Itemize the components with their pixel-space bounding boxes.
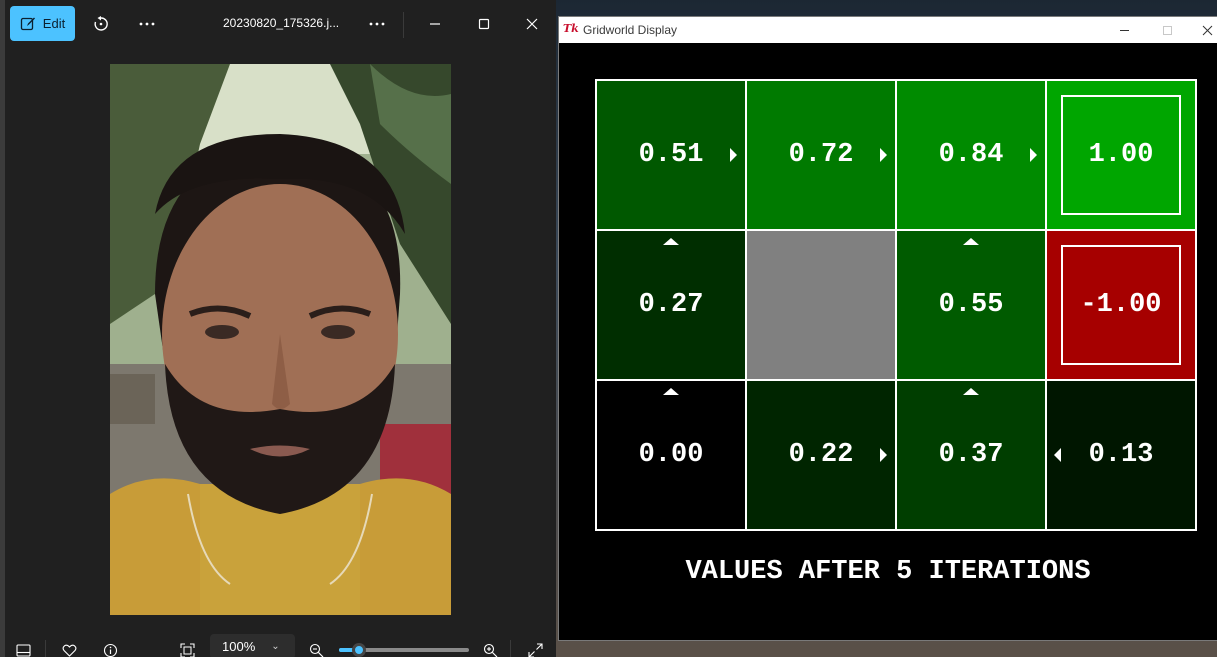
info-button[interactable] xyxy=(100,641,120,657)
chevron-down-icon: ⌄ xyxy=(271,641,280,652)
file-more-button[interactable] xyxy=(365,12,389,36)
policy-arrow-right-icon xyxy=(730,148,737,162)
grid-cell: 0.84 xyxy=(897,81,1045,229)
grid-cell: 0.37 xyxy=(897,381,1045,529)
close-button[interactable] xyxy=(1197,21,1217,39)
minimize-icon xyxy=(430,23,440,25)
filmstrip-button[interactable] xyxy=(13,641,33,657)
photo-viewer-image[interactable] xyxy=(110,64,451,615)
maximize-button[interactable] xyxy=(472,12,496,36)
maximize-button[interactable] xyxy=(1157,21,1177,39)
gridworld-window: Tk Gridworld Display 0.51 0.72 0.84 1.00 0.2… xyxy=(558,16,1217,641)
info-icon xyxy=(103,643,117,657)
minimize-button[interactable] xyxy=(1114,21,1134,39)
edit-button-label: Edit xyxy=(42,16,66,31)
close-icon xyxy=(526,18,538,30)
fullscreen-icon xyxy=(527,642,543,657)
zoom-value: 100% xyxy=(222,639,256,654)
policy-arrow-right-icon xyxy=(880,148,887,162)
grid-cell: 0.55 xyxy=(897,231,1045,379)
zoom-out-button[interactable] xyxy=(306,641,326,657)
cell-value: 0.13 xyxy=(1088,440,1154,470)
edit-button[interactable]: Edit xyxy=(10,6,75,41)
zoom-out-icon xyxy=(309,643,323,657)
zoom-in-icon xyxy=(483,643,497,657)
heart-icon xyxy=(62,644,76,657)
grid-cell: 0.72 xyxy=(747,81,895,229)
cell-value: 0.37 xyxy=(938,440,1004,470)
fullscreen-button[interactable] xyxy=(525,641,545,657)
cell-value: 0.55 xyxy=(938,290,1004,320)
close-icon xyxy=(1202,25,1212,35)
maximize-icon xyxy=(478,18,490,30)
minimize-button[interactable] xyxy=(423,12,447,36)
minimize-icon xyxy=(1119,29,1129,31)
policy-arrow-up-icon xyxy=(663,238,679,245)
cell-value: 0.51 xyxy=(638,140,704,170)
maximize-icon xyxy=(1162,25,1172,35)
grid-cell: 0.22 xyxy=(747,381,895,529)
grid-cell-terminal: -1.00 xyxy=(1047,231,1195,379)
rotate-button[interactable] xyxy=(89,12,113,36)
cell-value: 0.72 xyxy=(788,140,854,170)
cell-value: 0.27 xyxy=(638,290,704,320)
tk-feather-icon: Tk xyxy=(563,22,579,35)
bottom-divider xyxy=(45,640,46,657)
policy-arrow-up-icon xyxy=(963,388,979,395)
grid-cell-wall xyxy=(747,231,895,379)
edit-icon xyxy=(20,17,35,30)
photos-bottom-bar: 100% ⌄ xyxy=(5,630,556,657)
grid-cell: 0.00 xyxy=(597,381,745,529)
cell-value: 1.00 xyxy=(1088,140,1154,170)
bottom-divider xyxy=(510,640,511,657)
portrait-photo xyxy=(110,64,451,615)
photos-toolbar: Edit 20230820_175326.j... xyxy=(5,0,556,48)
more-icon xyxy=(369,22,385,26)
policy-arrow-right-icon xyxy=(880,448,887,462)
fit-to-window-icon xyxy=(179,642,195,657)
close-button[interactable] xyxy=(520,12,544,36)
zoom-slider[interactable] xyxy=(339,643,469,657)
cell-value: 0.00 xyxy=(638,440,704,470)
more-icon xyxy=(139,22,155,26)
gridworld-grid: 0.51 0.72 0.84 1.00 0.27 0.55 -1.00 0.00 0.22 0.3… xyxy=(595,79,1197,531)
zoom-in-button[interactable] xyxy=(480,641,500,657)
photos-window: Edit 20230820_175326.j... 100% ⌄ xyxy=(5,0,556,657)
favorite-button[interactable] xyxy=(59,641,79,657)
fit-to-window-button[interactable] xyxy=(177,641,197,657)
cell-value: 0.22 xyxy=(788,440,854,470)
policy-arrow-left-icon xyxy=(1054,448,1061,462)
grid-cell-terminal: 1.00 xyxy=(1047,81,1195,229)
more-options-button[interactable] xyxy=(135,12,159,36)
zoom-slider-thumb[interactable] xyxy=(351,643,366,657)
policy-arrow-right-icon xyxy=(1030,148,1037,162)
policy-arrow-up-icon xyxy=(663,388,679,395)
toolbar-divider xyxy=(403,12,404,38)
iteration-caption: VALUES AFTER 5 ITERATIONS xyxy=(685,557,1091,587)
grid-cell: 0.13 xyxy=(1047,381,1195,529)
filmstrip-icon xyxy=(15,643,31,657)
grid-cell: 0.51 xyxy=(597,81,745,229)
rotate-icon xyxy=(94,16,108,31)
policy-arrow-up-icon xyxy=(963,238,979,245)
cell-value: 0.84 xyxy=(938,140,1004,170)
gridworld-titlebar[interactable]: Tk Gridworld Display xyxy=(559,17,1217,43)
zoom-dropdown[interactable]: 100% ⌄ xyxy=(210,634,295,657)
grid-cell: 0.27 xyxy=(597,231,745,379)
file-name: 20230820_175326.j... xyxy=(223,16,340,30)
cell-value: -1.00 xyxy=(1080,290,1162,320)
window-title: Gridworld Display xyxy=(583,23,678,37)
